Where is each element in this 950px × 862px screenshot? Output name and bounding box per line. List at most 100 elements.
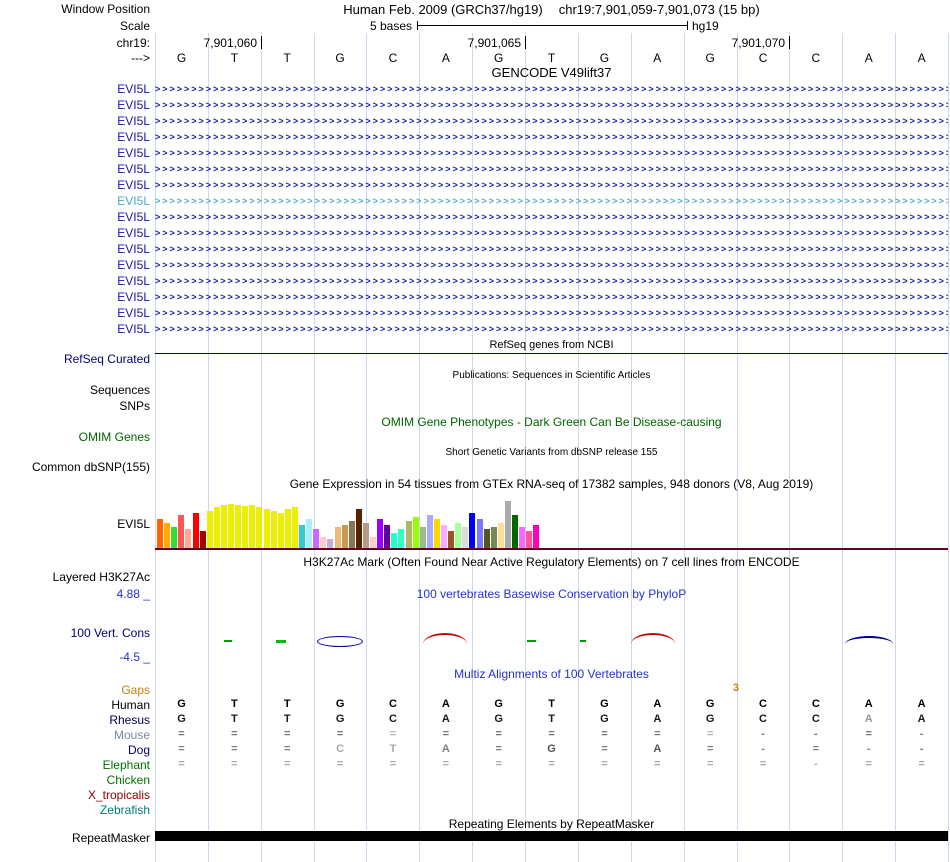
gtex-tissue-bar <box>420 527 426 549</box>
gtex-tissue-bar <box>214 507 220 549</box>
gencode-gene-label[interactable]: EVI5L <box>0 226 150 240</box>
h3k27ac-track-title[interactable]: H3K27Ac Mark (Often Found Near Active Re… <box>155 555 948 569</box>
gencode-transcript-row[interactable]: >>>>>>>>>>>>>>>>>>>>>>>>>>>>>>>>>>>>>>>>… <box>155 291 948 304</box>
gencode-gene-label[interactable]: EVI5L <box>0 194 150 208</box>
gtex-tissue-bar <box>178 515 184 549</box>
scale-text: 5 bases <box>369 19 412 33</box>
gencode-gene-label[interactable]: EVI5L <box>0 178 150 192</box>
phylop-track-label[interactable]: 100 Vert. Cons <box>0 626 150 640</box>
omim-genes-label[interactable]: OMIM Genes <box>0 430 150 444</box>
omim-track-title[interactable]: OMIM Gene Phenotypes - Dark Green Can Be… <box>155 415 948 429</box>
species-label-x_tropicalis[interactable]: X_tropicalis <box>0 788 150 802</box>
gencode-gene-label[interactable]: EVI5L <box>0 162 150 176</box>
coordinate-tick-label: 7,901,070 <box>731 36 785 50</box>
gencode-track-title[interactable]: GENCODE V49lift37 <box>155 66 948 80</box>
repeatmasker-label[interactable]: RepeatMasker <box>0 831 150 845</box>
gtex-tissue-bar <box>200 531 206 549</box>
gencode-transcript-row[interactable]: >>>>>>>>>>>>>>>>>>>>>>>>>>>>>>>>>>>>>>>>… <box>155 323 948 336</box>
gencode-gene-label[interactable]: EVI5L <box>0 114 150 128</box>
gtex-tissue-bar <box>313 529 319 549</box>
gencode-transcript-row[interactable]: >>>>>>>>>>>>>>>>>>>>>>>>>>>>>>>>>>>>>>>>… <box>155 179 948 192</box>
alignment-cell: T <box>230 698 238 710</box>
alignment-cell: = <box>389 758 397 770</box>
h3k27ac-label[interactable]: Layered H3K27Ac <box>0 570 150 584</box>
multiz-track-title[interactable]: Multiz Alignments of 100 Vertebrates <box>155 667 948 681</box>
alignment-cell: G <box>177 698 186 710</box>
gencode-transcript-row[interactable]: >>>>>>>>>>>>>>>>>>>>>>>>>>>>>>>>>>>>>>>>… <box>155 211 948 224</box>
gtex-tissue-bar <box>498 523 504 549</box>
refseq-curated-label[interactable]: RefSeq Curated <box>0 352 150 366</box>
species-label-dog[interactable]: Dog <box>0 743 150 757</box>
gtex-tissue-bar <box>157 519 163 549</box>
gencode-transcript-row[interactable]: >>>>>>>>>>>>>>>>>>>>>>>>>>>>>>>>>>>>>>>>… <box>155 115 948 128</box>
assembly-short-label: hg19 <box>692 19 719 33</box>
gtex-tissue-bar <box>469 513 475 549</box>
alignment-cell: = <box>231 728 238 740</box>
alignment-cell: G <box>600 713 609 725</box>
gencode-transcript-row[interactable]: >>>>>>>>>>>>>>>>>>>>>>>>>>>>>>>>>>>>>>>>… <box>155 275 948 288</box>
gtex-gene-label[interactable]: EVI5L <box>0 517 150 531</box>
repeatmasker-track-title[interactable]: Repeating Elements by RepeatMasker <box>155 817 948 831</box>
publications-sequences-label[interactable]: Sequences <box>0 383 150 397</box>
species-label-elephant[interactable]: Elephant <box>0 758 150 772</box>
alignment-cell: C <box>388 698 397 710</box>
alignment-cell: - <box>919 743 924 755</box>
publications-track-title[interactable]: Publications: Sequences in Scientific Ar… <box>155 369 948 383</box>
species-label-gaps[interactable]: Gaps <box>0 683 150 697</box>
alignment-cell: = <box>442 758 450 770</box>
gencode-gene-label[interactable]: EVI5L <box>0 242 150 256</box>
alignment-cell: - <box>814 728 818 740</box>
gencode-gene-label[interactable]: EVI5L <box>0 82 150 96</box>
gtex-tissue-bar <box>235 505 241 549</box>
phylop-track-title[interactable]: 100 vertebrates Basewise Conservation by… <box>155 587 948 601</box>
coordinate-tick-label: 7,901,060 <box>203 36 257 50</box>
species-label-human[interactable]: Human <box>0 698 150 712</box>
reference-base: C <box>758 51 768 65</box>
gencode-transcript-row[interactable]: >>>>>>>>>>>>>>>>>>>>>>>>>>>>>>>>>>>>>>>>… <box>155 163 948 176</box>
gencode-gene-label[interactable]: EVI5L <box>0 306 150 320</box>
dbsnp-label[interactable]: Common dbSNP(155) <box>0 460 150 474</box>
gencode-gene-label[interactable]: EVI5L <box>0 146 150 160</box>
gencode-gene-label[interactable]: EVI5L <box>0 98 150 112</box>
gencode-transcript-row[interactable]: >>>>>>>>>>>>>>>>>>>>>>>>>>>>>>>>>>>>>>>>… <box>155 147 948 160</box>
alignment-cell: G <box>705 698 715 710</box>
alignment-cell: = <box>812 743 820 755</box>
gencode-transcript-row[interactable]: >>>>>>>>>>>>>>>>>>>>>>>>>>>>>>>>>>>>>>>>… <box>155 307 948 320</box>
gtex-tissue-bar <box>342 525 348 549</box>
gencode-transcript-row[interactable]: >>>>>>>>>>>>>>>>>>>>>>>>>>>>>>>>>>>>>>>>… <box>155 83 948 96</box>
alignment-cell: = <box>495 743 502 755</box>
reference-base: G <box>176 51 187 65</box>
gtex-tissue-bar <box>356 509 362 549</box>
refseq-curated-item[interactable] <box>155 353 948 354</box>
gtex-tissue-bar <box>533 525 539 549</box>
refseq-track-title[interactable]: RefSeq genes from NCBI <box>155 338 948 352</box>
gencode-gene-label[interactable]: EVI5L <box>0 210 150 224</box>
gtex-tissue-bar <box>427 515 433 549</box>
gencode-transcript-row[interactable]: >>>>>>>>>>>>>>>>>>>>>>>>>>>>>>>>>>>>>>>>… <box>155 227 948 240</box>
gencode-gene-label[interactable]: EVI5L <box>0 290 150 304</box>
gencode-transcript-row[interactable]: >>>>>>>>>>>>>>>>>>>>>>>>>>>>>>>>>>>>>>>>… <box>155 195 948 208</box>
gencode-transcript-row[interactable]: >>>>>>>>>>>>>>>>>>>>>>>>>>>>>>>>>>>>>>>>… <box>155 259 948 272</box>
species-label-mouse[interactable]: Mouse <box>0 728 150 742</box>
gencode-transcript-row[interactable]: >>>>>>>>>>>>>>>>>>>>>>>>>>>>>>>>>>>>>>>>… <box>155 131 948 144</box>
alignment-cell: G <box>335 698 345 710</box>
species-label-chicken[interactable]: Chicken <box>0 773 150 787</box>
gencode-gene-label[interactable]: EVI5L <box>0 130 150 144</box>
alignment-cell: = <box>284 758 291 770</box>
gtex-track-title[interactable]: Gene Expression in 54 tissues from GTEx … <box>155 477 948 491</box>
gtex-expression-chart[interactable] <box>157 501 549 549</box>
alignment-cell: C <box>388 713 397 725</box>
dbsnp-track-title[interactable]: Short Genetic Variants from dbSNP releas… <box>155 446 948 460</box>
species-label-rhesus[interactable]: Rhesus <box>0 713 150 727</box>
gencode-gene-label[interactable]: EVI5L <box>0 322 150 336</box>
gencode-gene-label[interactable]: EVI5L <box>0 258 150 272</box>
alignment-cell: G <box>494 713 503 725</box>
gencode-transcript-row[interactable]: >>>>>>>>>>>>>>>>>>>>>>>>>>>>>>>>>>>>>>>>… <box>155 99 948 112</box>
species-label-zebrafish[interactable]: Zebrafish <box>0 803 150 817</box>
gtex-tissue-bar <box>519 527 525 549</box>
alignment-cell: = <box>654 728 661 740</box>
gencode-transcript-row[interactable]: >>>>>>>>>>>>>>>>>>>>>>>>>>>>>>>>>>>>>>>>… <box>155 243 948 256</box>
snps-label[interactable]: SNPs <box>0 399 150 413</box>
repeatmasker-item[interactable] <box>155 831 948 841</box>
gencode-gene-label[interactable]: EVI5L <box>0 274 150 288</box>
